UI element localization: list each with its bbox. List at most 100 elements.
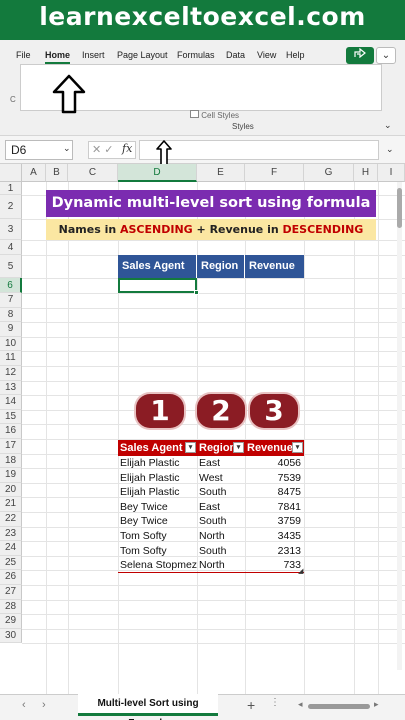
row-header-19[interactable]: 19: [0, 468, 22, 483]
formula-bar-expand-icon[interactable]: ⌄: [386, 144, 394, 155]
tab-home[interactable]: Home: [45, 50, 71, 64]
row-header-10[interactable]: 10: [0, 336, 22, 352]
ribbon-expand-icon[interactable]: ⌄: [384, 120, 392, 131]
table-cell[interactable]: 3435: [245, 529, 304, 544]
table-header-revenue[interactable]: Revenue ▾: [245, 440, 304, 456]
row-header-27[interactable]: 27: [0, 585, 22, 600]
table-header-sales-agent[interactable]: Sales Agent ▾: [118, 440, 197, 456]
sheet-prev-icon[interactable]: ‹: [22, 699, 26, 711]
more-options-icon[interactable]: ⋮: [270, 697, 280, 708]
row-header-30[interactable]: 30: [0, 628, 22, 644]
row-header-13[interactable]: 13: [0, 380, 22, 396]
fill-handle[interactable]: [194, 290, 199, 295]
row-header-16[interactable]: 16: [0, 424, 22, 439]
row-header-14[interactable]: 14: [0, 395, 22, 410]
add-sheet-icon[interactable]: +: [247, 697, 255, 713]
row-header-9[interactable]: 9: [0, 322, 22, 337]
filter-dropdown-icon[interactable]: ▾: [185, 442, 196, 453]
row-header-1[interactable]: 1: [0, 182, 22, 195]
row-header-7[interactable]: 7: [0, 293, 22, 308]
row-header-24[interactable]: 24: [0, 541, 22, 556]
table-cell[interactable]: Selena Stopmez: [118, 558, 197, 573]
row-header-21[interactable]: 21: [0, 497, 22, 512]
table-cell[interactable]: 7539: [245, 471, 304, 486]
row-header-11[interactable]: 11: [0, 351, 22, 366]
name-box-dropdown-icon[interactable]: ⌄: [63, 143, 71, 154]
confirm-entry-icon[interactable]: ✓: [104, 144, 113, 156]
column-header-i[interactable]: I: [378, 164, 405, 182]
cell-styles-button[interactable]: Cell Styles: [190, 110, 239, 120]
table-cell[interactable]: East: [197, 500, 245, 515]
output-header-sales-agent[interactable]: Sales Agent: [118, 255, 197, 278]
tab-file[interactable]: File: [16, 50, 31, 60]
table-cell[interactable]: Elijah Plastic: [118, 485, 197, 500]
table-cell[interactable]: East: [197, 456, 245, 471]
table-cell[interactable]: North: [197, 529, 245, 544]
table-cell[interactable]: 3759: [245, 514, 304, 529]
output-header-region[interactable]: Region: [197, 255, 245, 278]
row-header-18[interactable]: 18: [0, 453, 22, 469]
row-header-2[interactable]: 2: [0, 195, 22, 219]
row-header-4[interactable]: 4: [0, 240, 22, 255]
row-header-25[interactable]: 25: [0, 555, 22, 571]
vertical-scroll-thumb[interactable]: [397, 188, 402, 228]
table-cell[interactable]: South: [197, 514, 245, 529]
horizontal-scroll-thumb[interactable]: [308, 704, 370, 709]
column-header-f[interactable]: F: [245, 164, 304, 182]
tab-help[interactable]: Help: [286, 50, 305, 60]
table-cell[interactable]: North: [197, 558, 245, 573]
column-header-e[interactable]: E: [197, 164, 245, 182]
sheet-next-icon[interactable]: ›: [42, 699, 46, 711]
table-cell[interactable]: South: [197, 485, 245, 500]
row-header-26[interactable]: 26: [0, 570, 22, 585]
filter-dropdown-icon[interactable]: ▾: [292, 442, 303, 453]
tab-data[interactable]: Data: [226, 50, 245, 60]
worksheet-grid[interactable]: A B C D E F G H I 1 2 3 4 5 6 7 8 9 10 11 12 13 14 15 1…: [0, 164, 405, 694]
row-header-20[interactable]: 20: [0, 482, 22, 498]
cancel-entry-icon[interactable]: ✕: [92, 144, 101, 156]
table-cell[interactable]: Bey Twice: [118, 500, 197, 515]
table-cell[interactable]: Tom Softy: [118, 544, 197, 559]
row-header-3[interactable]: 3: [0, 219, 22, 240]
tab-insert[interactable]: Insert: [82, 50, 105, 60]
filter-dropdown-icon[interactable]: ▾: [233, 442, 244, 453]
vertical-scrollbar[interactable]: [397, 182, 402, 670]
row-header-22[interactable]: 22: [0, 512, 22, 527]
column-header-a[interactable]: A: [22, 164, 46, 182]
table-header-region[interactable]: Region ▾: [197, 440, 245, 456]
formula-input[interactable]: [139, 140, 379, 160]
share-button[interactable]: [346, 47, 374, 64]
row-header-12[interactable]: 12: [0, 366, 22, 381]
tab-view[interactable]: View: [257, 50, 276, 60]
row-header-23[interactable]: 23: [0, 526, 22, 542]
scroll-right-icon[interactable]: ▸: [374, 699, 379, 710]
column-header-g[interactable]: G: [304, 164, 354, 182]
column-header-h[interactable]: H: [354, 164, 378, 182]
table-cell[interactable]: 733: [245, 558, 304, 573]
column-header-d[interactable]: D: [118, 164, 197, 182]
active-cell-d6[interactable]: [118, 278, 197, 293]
row-header-28[interactable]: 28: [0, 599, 22, 615]
table-cell[interactable]: Tom Softy: [118, 529, 197, 544]
row-header-29[interactable]: 29: [0, 614, 22, 629]
tab-page-layout[interactable]: Page Layout: [117, 50, 168, 60]
table-cell[interactable]: 4056: [245, 456, 304, 471]
output-header-revenue[interactable]: Revenue: [245, 255, 304, 278]
row-header-15[interactable]: 15: [0, 409, 22, 425]
table-cell[interactable]: Bey Twice: [118, 514, 197, 529]
scroll-left-icon[interactable]: ◂: [298, 699, 303, 710]
column-header-c[interactable]: C: [68, 164, 118, 182]
table-cell[interactable]: South: [197, 544, 245, 559]
row-header-6[interactable]: 6: [0, 278, 22, 293]
row-header-17[interactable]: 17: [0, 439, 22, 454]
column-header-b[interactable]: B: [46, 164, 68, 182]
insert-function-button[interactable]: fx: [122, 142, 132, 155]
table-cell[interactable]: 8475: [245, 485, 304, 500]
ribbon-collapse-button[interactable]: ⌄: [376, 47, 396, 64]
table-cell[interactable]: 2313: [245, 544, 304, 559]
sheet-tab-active[interactable]: Multi-level Sort using Formula: [78, 694, 218, 720]
table-cell[interactable]: 7841: [245, 500, 304, 515]
table-cell[interactable]: Elijah Plastic: [118, 456, 197, 471]
table-resize-handle[interactable]: ◢: [298, 567, 303, 575]
row-header-8[interactable]: 8: [0, 307, 22, 323]
